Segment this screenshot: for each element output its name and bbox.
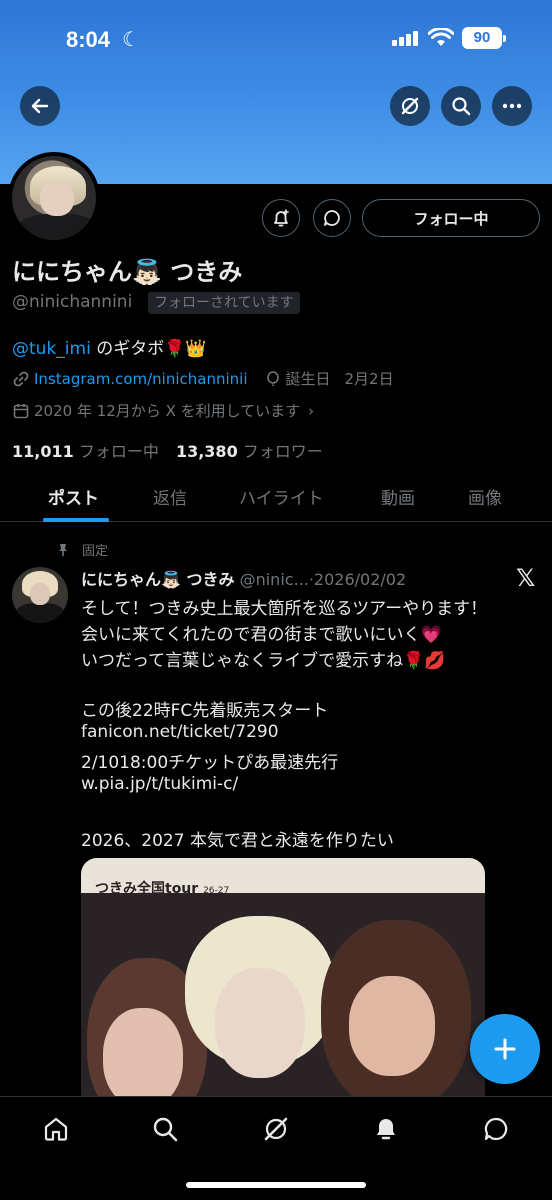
chevron-right-icon: ›: [308, 401, 315, 420]
cellular-signal-icon: [392, 30, 420, 46]
home-indicator: [186, 1182, 366, 1188]
post-text-line: 2026、2027 本気で君と永遠を作りたい: [81, 831, 394, 851]
back-button[interactable]: [20, 86, 60, 126]
post-text-line: 会いに来てくれたので君の街まで歌いにいく💗: [81, 625, 442, 645]
joined-row[interactable]: 2020 年 12月から X を利用しています ›: [12, 400, 314, 421]
post-text-line: 2/1018:00チケットぴあ最速先行: [81, 753, 339, 773]
message-icon: [484, 1117, 508, 1141]
active-tab-indicator: [43, 518, 109, 522]
search-icon: [452, 97, 471, 116]
following-button[interactable]: フォロー中: [362, 199, 540, 237]
nav-messages[interactable]: [480, 1113, 512, 1145]
follow-counts: 11,011 フォロー中 13,380 フォロワー: [12, 438, 323, 462]
bio: @tuk_imi のギタボ🌹👑: [12, 334, 207, 359]
message-icon: [324, 210, 340, 226]
media-caption: つきみ全国tour 26-27: [95, 881, 230, 897]
search-icon: [153, 1117, 178, 1142]
post-author-name[interactable]: ににちゃん👼🏻 つきみ: [81, 570, 235, 589]
tab-videos[interactable]: 動画: [381, 484, 415, 509]
nav-home[interactable]: [40, 1113, 72, 1145]
bell-plus-icon: [274, 209, 289, 227]
nav-grok[interactable]: [260, 1113, 292, 1145]
bio-text: のギタボ🌹👑: [90, 339, 207, 359]
post-text-line: そして！つきみ史上最大箇所を巡るツアーやります！: [81, 599, 488, 619]
profile-screen: 8:04 ☾ 90 フォロー中 ににちゃん👼🏻 つきみ @ninichannin…: [0, 0, 552, 1200]
tab-images[interactable]: 画像: [468, 484, 502, 509]
moon-icon: ☾: [122, 27, 140, 51]
battery-indicator: 90: [462, 27, 506, 49]
followers-link[interactable]: 13,380 フォロワー: [176, 442, 323, 461]
tab-posts[interactable]: ポスト: [48, 484, 99, 509]
tab-replies[interactable]: 返信: [153, 484, 187, 509]
grok-icon: [401, 97, 419, 115]
joined-date: 2020 年 12月から X を利用しています: [34, 402, 301, 420]
post-link-pia[interactable]: w.pia.jp/t/tukimi-c/: [81, 774, 238, 794]
post-author-avatar[interactable]: [12, 567, 68, 623]
tab-highlights[interactable]: ハイライト: [239, 484, 324, 509]
message-button[interactable]: [313, 199, 351, 237]
more-button[interactable]: [492, 86, 532, 126]
pin-icon: [59, 543, 67, 556]
nav-search[interactable]: [149, 1113, 181, 1145]
following-link[interactable]: 11,011 フォロー中: [12, 442, 159, 461]
birthday-label: 誕生日: [285, 370, 331, 388]
post-media-image[interactable]: つきみ全国tour 26-27: [81, 858, 485, 1108]
link-icon: [13, 371, 29, 386]
post-text-line: いつだって言葉じゃなくライブで愛示すね🌹💋: [81, 651, 446, 671]
post-text-line: この後22時FC先着販売スタート: [81, 701, 329, 721]
x-logo-icon[interactable]: 𝕏: [516, 564, 535, 592]
post-date[interactable]: 2026/02/02: [314, 570, 406, 589]
profile-meta-row: Instagram.com/ninichanninii 誕生日 2月2日: [12, 368, 394, 389]
notify-button[interactable]: [262, 199, 300, 237]
display-name: ににちゃん👼🏻 つきみ: [12, 258, 243, 286]
birthday-value: 2月2日: [344, 370, 394, 388]
post-link-fanicon[interactable]: fanicon.net/ticket/7290: [81, 722, 279, 742]
status-time: 8:04: [66, 27, 111, 52]
home-icon: [44, 1117, 68, 1141]
follows-you-badge: フォローされています: [148, 292, 300, 314]
profile-tabs: ポスト 返信 ハイライト 動画 画像: [0, 470, 552, 522]
grok-button[interactable]: [390, 86, 430, 126]
more-dots-icon: [502, 103, 522, 109]
plus-icon: [494, 1038, 516, 1060]
compose-button[interactable]: [470, 1014, 540, 1084]
handle: @ninichannini: [12, 292, 133, 312]
post-header: ににちゃん👼🏻 つきみ @ninic...·2026/02/02: [81, 566, 406, 590]
arrow-left-icon: [31, 98, 49, 114]
search-button[interactable]: [441, 86, 481, 126]
nav-notifications[interactable]: [370, 1113, 402, 1145]
grok-icon: [264, 1117, 288, 1141]
profile-avatar[interactable]: [8, 152, 100, 244]
calendar-icon: [13, 403, 29, 418]
pinned-label: 固定: [56, 540, 108, 559]
balloon-icon: [266, 370, 279, 386]
bell-icon: [377, 1119, 395, 1140]
following-button-label: フォロー中: [413, 209, 489, 228]
status-bar: 8:04 ☾ 90: [0, 0, 552, 80]
post-author-handle[interactable]: @ninic...: [240, 570, 309, 589]
website-link[interactable]: Instagram.com/ninichanninii: [34, 370, 248, 388]
wifi-icon: [428, 28, 454, 46]
bio-mention-link[interactable]: @tuk_imi: [12, 339, 91, 359]
